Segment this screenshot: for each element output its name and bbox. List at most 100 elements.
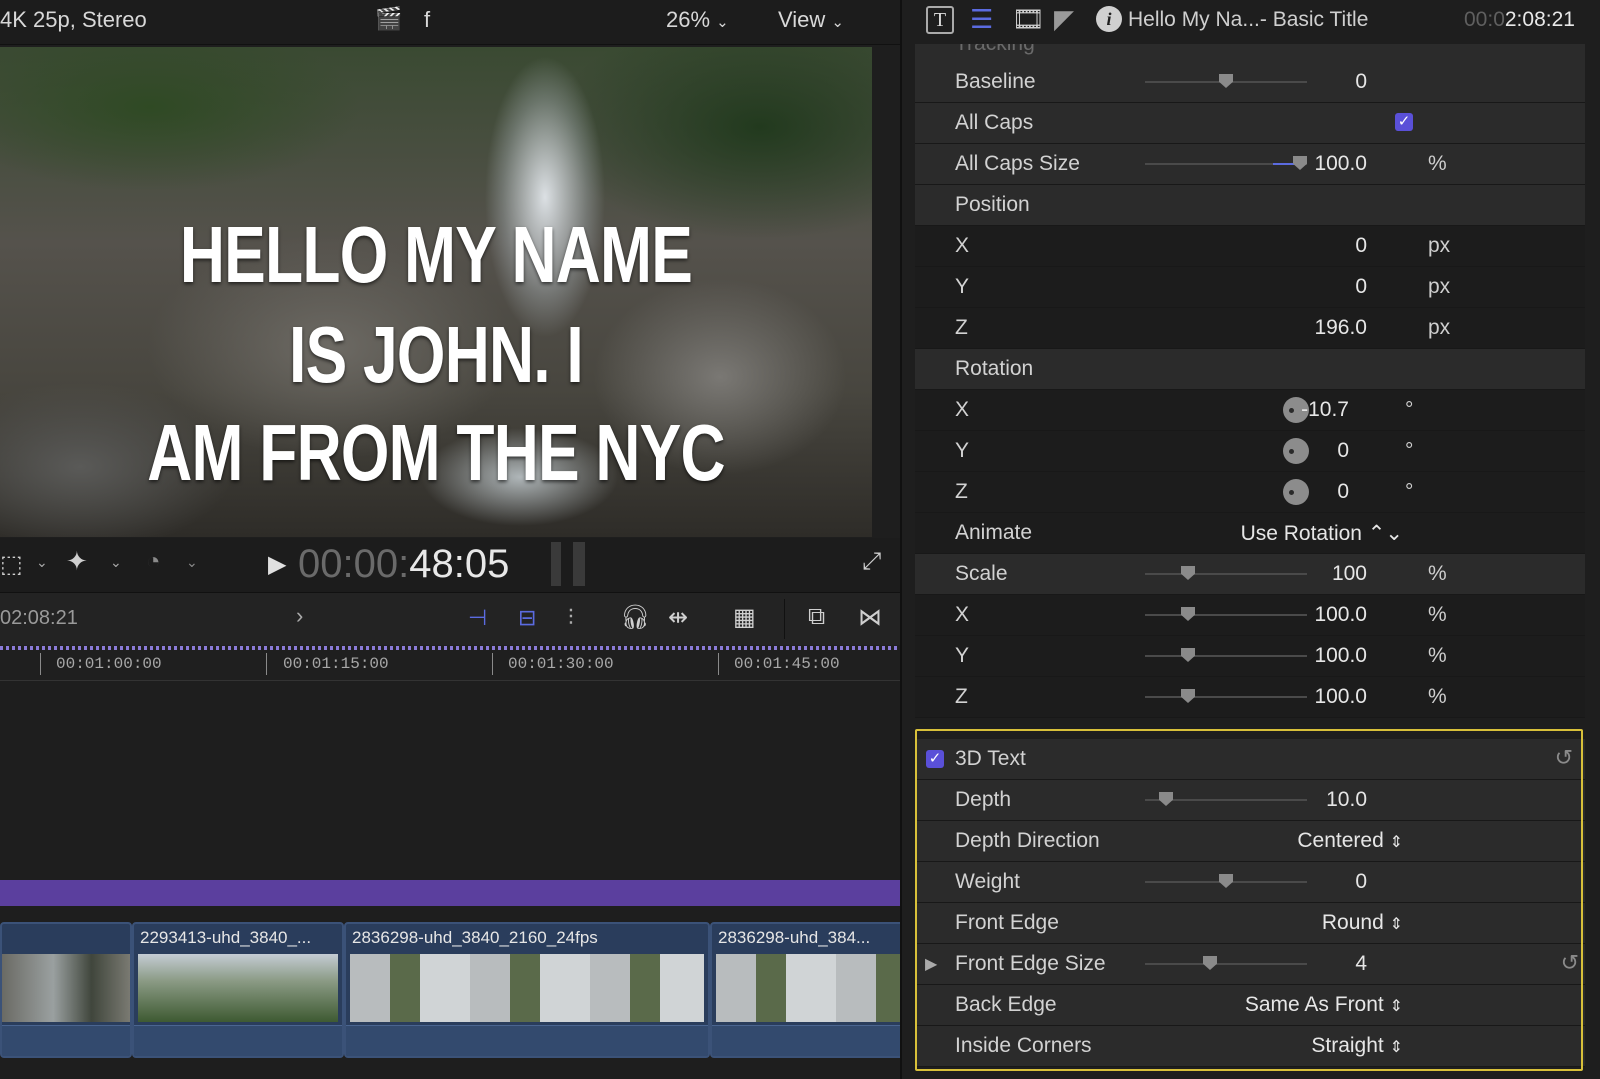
ruler-major-tick [40,653,41,675]
baseline-slider[interactable] [1145,74,1307,88]
rotation-x-label: X [955,398,970,421]
rotation-y-unit: ° [1405,439,1414,462]
speed-icon[interactable]: ◔ [146,548,161,576]
slider-knob[interactable] [1181,607,1195,621]
rotation-z-dial[interactable] [1283,479,1309,505]
slider-knob[interactable] [1181,689,1195,703]
paragraph-tab-icon[interactable]: ☰ [970,4,993,35]
inspector-title: Hello My Na...- Basic Title [1128,8,1369,31]
scale-z-unit: % [1428,685,1447,708]
headphones-icon[interactable]: 🎧︎ [620,603,650,632]
scale-x-value[interactable]: 100.0 [1314,603,1367,627]
position-x-unit: px [1428,234,1451,257]
viewer-frame[interactable]: HELLO MY NAME IS JOHN. I AM FROM THE NYC [0,47,872,537]
headline-line-3: AM FROM THE NYC [147,408,725,497]
generator-tab-icon[interactable]: ◤ [1054,4,1074,35]
play-icon[interactable]: ▶ [268,550,286,579]
info-tab-icon[interactable]: i [1096,6,1122,32]
clip-waterfall[interactable] [0,922,132,1058]
chevron-down-icon[interactable]: ⌄ [36,554,48,571]
position-y-value[interactable]: 0 [1355,275,1367,299]
rotation-y-value[interactable]: 0 [1337,439,1349,463]
zoom-value: 26% [666,7,711,32]
skimming-icon[interactable]: ⊟ [518,605,536,631]
chevron-down-icon: ⌄ [831,14,844,31]
slider-knob[interactable] [1293,156,1307,170]
clip-appearance-icon[interactable]: ▦ [733,603,756,632]
clip-fountain[interactable]: 2836298-uhd_3840_2160_24fps [344,922,710,1058]
clapper-icon[interactable]: 🎬 [375,6,402,32]
position-y-row: Y 0 px [915,267,1585,308]
position-z-row: Z 196.0 px [915,308,1585,349]
pause-ghost-icon [551,542,585,586]
transform-icon[interactable]: ⬚ [0,550,23,579]
slider-knob[interactable] [1181,648,1195,662]
fullscreen-icon[interactable]: ⤢ [862,548,881,576]
all-caps-checkbox[interactable]: ✓ [1395,113,1413,131]
range-indicator [0,646,900,650]
clip-audio [134,1025,342,1056]
toolbar-divider [784,599,785,639]
clip-fountain-2[interactable]: 2836298-uhd_384... [710,922,904,1058]
scale-z-value[interactable]: 100.0 [1314,685,1367,709]
scale-x-unit: % [1428,603,1447,626]
scale-slider[interactable] [1145,566,1307,580]
scale-x-slider[interactable] [1145,607,1307,621]
clip-thumbnail [350,954,704,1022]
timecode-value: 48:05 [409,542,510,586]
position-z-value[interactable]: 196.0 [1314,316,1367,340]
position-x-value[interactable]: 0 [1355,234,1367,258]
slider-knob[interactable] [1181,566,1195,580]
view-menu[interactable]: View ⌄ [778,7,844,33]
transitions-browser-icon[interactable]: ⋈ [858,603,882,632]
f-label[interactable]: f [424,7,430,33]
chevron-right-icon[interactable]: › [296,603,303,629]
position-y-unit: px [1428,275,1451,298]
scale-label: Scale [955,562,1008,585]
snapping-icon[interactable]: ⊣ [468,605,487,631]
inspector-timecode: 00:02:08:21 [1464,8,1575,32]
format-label: 4K 25p, Stereo [0,7,147,32]
baseline-value[interactable]: 0 [1355,70,1367,94]
rotation-y-label: Y [955,439,970,462]
solo-icon[interactable]: ⇹ [668,603,688,632]
zoom-menu[interactable]: 26% ⌄ [666,7,729,33]
slider-knob[interactable] [1219,74,1233,88]
scale-y-unit: % [1428,644,1447,667]
scale-y-value[interactable]: 100.0 [1314,644,1367,668]
rotation-y-dial[interactable] [1283,438,1309,464]
audio-skimming-icon[interactable]: ⫶ [568,605,574,631]
all-caps-size-value[interactable]: 100.0 [1314,152,1367,176]
magic-wand-icon[interactable]: ✦ [66,546,88,577]
viewer-timecode: 00:00:48:05 [298,542,509,587]
position-label: Position [955,193,1030,216]
clip-thumbnail [716,954,902,1022]
scale-z-row: Z 100.0 % [915,677,1585,718]
all-caps-size-label: All Caps Size [955,152,1080,175]
timeline-ruler[interactable]: 00:01:00:00 00:01:15:00 00:01:30:00 00:0… [0,645,900,681]
clip-audio [2,1025,130,1056]
clip-forest[interactable]: 2293413-uhd_3840_... [132,922,344,1058]
rotation-z-value[interactable]: 0 [1337,480,1349,504]
chevron-down-icon[interactable]: ⌄ [110,554,122,571]
scale-z-slider[interactable] [1145,689,1307,703]
rotation-x-value[interactable]: -10.7 [1301,398,1349,422]
chevron-down-icon[interactable]: ⌄ [186,554,198,571]
timeline-duration: 02:08:21 [0,607,78,629]
tracking-row: Tracking [915,44,1585,63]
scale-y-slider[interactable] [1145,648,1307,662]
tracking-label: Tracking [955,44,1035,56]
animate-row: Animate Use Rotation ⌃⌄ [915,513,1585,554]
animate-popup[interactable]: Use Rotation ⌃⌄ [1241,521,1403,546]
effects-browser-icon[interactable]: ⧉ [808,603,825,631]
position-x-label: X [955,234,970,257]
view-label: View [778,7,826,32]
all-caps-size-slider[interactable] [1145,156,1307,170]
text-tab-icon[interactable]: T [926,6,954,34]
title-clip[interactable] [0,880,900,906]
clip-label: 2836298-uhd_384... [718,928,871,947]
clip-thumbnail [2,954,130,1022]
scale-value[interactable]: 100 [1332,562,1367,586]
clip-label: 2836298-uhd_3840_2160_24fps [352,928,598,947]
video-tab-icon[interactable]: 🎞︎ [1012,4,1045,35]
